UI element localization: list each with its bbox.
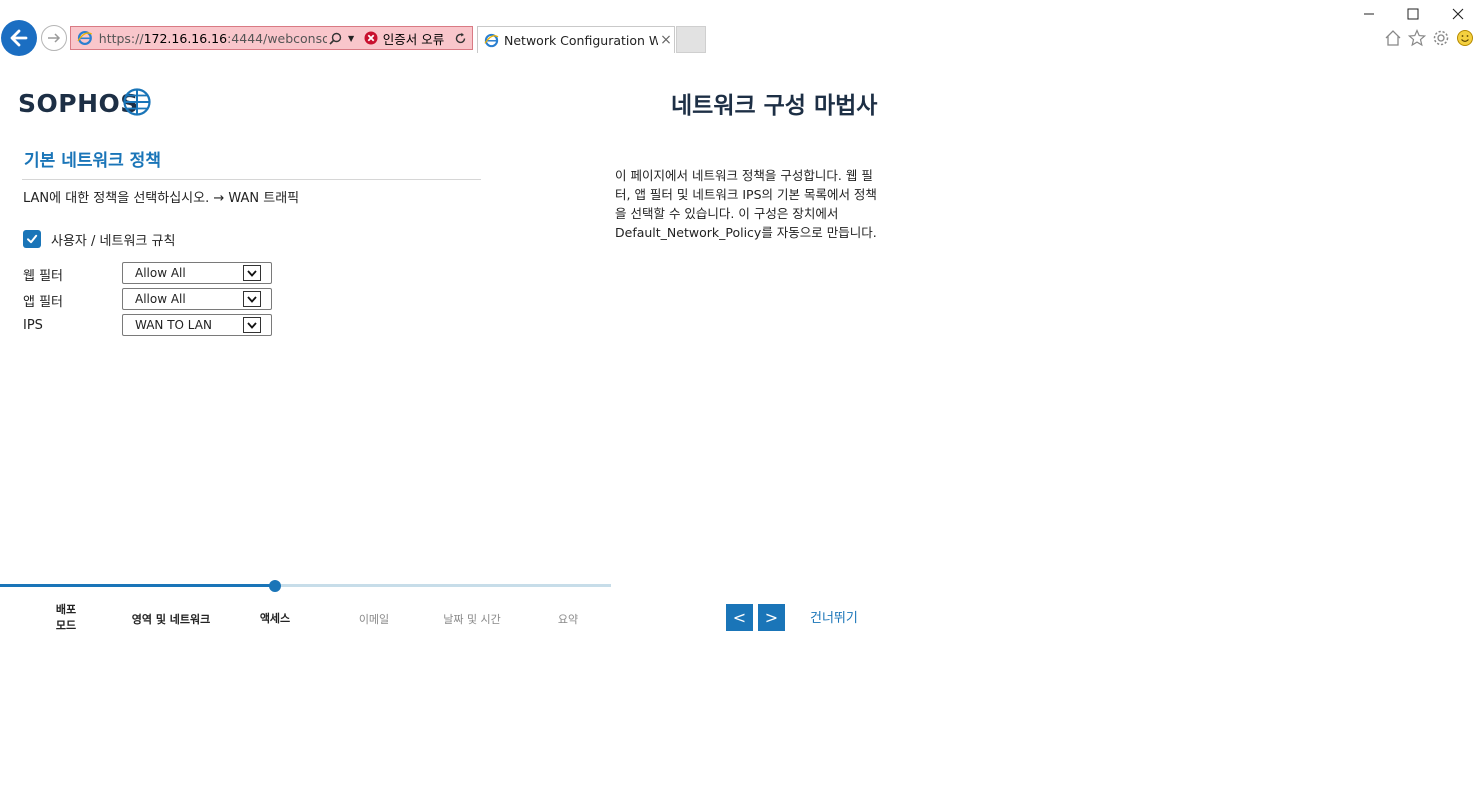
chevron-down-icon[interactable] <box>243 317 261 333</box>
step-label: 배포 <box>55 603 77 616</box>
step-label: 모드 <box>55 619 77 632</box>
checkmark-icon <box>27 234 38 244</box>
ie-page-icon <box>77 31 93 45</box>
app-filter-select[interactable]: Allow All <box>122 288 272 310</box>
new-tab-button[interactable] <box>676 26 706 53</box>
app-filter-value: Allow All <box>135 292 186 306</box>
ie-tab-icon <box>484 33 499 47</box>
previous-button[interactable]: < <box>726 604 753 631</box>
ips-select[interactable]: WAN TO LAN <box>122 314 272 336</box>
address-bar[interactable]: https://172.16.16.16:4444/webconsole/we … <box>70 26 473 50</box>
step-label: 요약 <box>557 613 579 626</box>
forward-button[interactable] <box>41 25 67 51</box>
home-button[interactable] <box>1383 28 1403 48</box>
sophos-globe-icon <box>123 88 151 116</box>
certificate-error-icon[interactable] <box>363 31 379 45</box>
section-title: 기본 네트워크 정책 <box>24 151 161 171</box>
user-network-rule-label[interactable]: 사용자 / 네트워크 규칙 <box>51 230 175 249</box>
url-text[interactable]: https://172.16.16.16:4444/webconsole/we <box>99 31 328 46</box>
sophos-logo-text: SOPHOS <box>18 89 139 118</box>
maximize-button[interactable] <box>1402 5 1424 23</box>
tab-title: Network Configuration Wi... <box>504 32 658 48</box>
browser-tab[interactable]: Network Configuration Wi... × <box>477 26 675 53</box>
step-email: 이메일 <box>344 611 404 627</box>
progress-fill <box>0 584 275 587</box>
refresh-icon[interactable] <box>452 32 468 45</box>
skip-link[interactable]: 건너뛰기 <box>810 607 858 626</box>
chevron-down-icon[interactable] <box>243 265 261 281</box>
minimize-button[interactable] <box>1358 5 1380 23</box>
settings-button[interactable] <box>1431 28 1451 48</box>
page-title: 네트워크 구성 마법사 <box>671 93 878 119</box>
ips-value: WAN TO LAN <box>135 318 212 332</box>
step-label: 영역 및 네트워크 <box>131 613 211 626</box>
dropdown-caret-icon[interactable]: ▼ <box>343 34 359 43</box>
progress-current-marker <box>269 580 281 592</box>
minimize-icon <box>1364 13 1374 15</box>
smiley-icon <box>1457 30 1473 46</box>
policy-description: 이 페이지에서 네트워크 정책을 구성합니다. 웹 필터, 앱 필터 및 네트워… <box>615 168 877 240</box>
feedback-button[interactable] <box>1455 28 1475 48</box>
section-divider <box>22 179 481 180</box>
close-window-button[interactable] <box>1447 5 1469 23</box>
web-filter-value: Allow All <box>135 266 186 280</box>
step-zones-networks: 영역 및 네트워크 <box>121 611 221 627</box>
next-button[interactable]: > <box>758 604 785 631</box>
ips-label: IPS <box>23 318 43 333</box>
maximize-icon <box>1407 8 1419 20</box>
forward-arrow-icon <box>48 33 61 43</box>
step-access: 액세스 <box>245 610 305 626</box>
section-intro: LAN에 대한 정책을 선택하십시오. → WAN 트래픽 <box>23 191 300 206</box>
certificate-error-label[interactable]: 인증서 오류 <box>383 29 444 48</box>
search-icon[interactable] <box>327 32 343 45</box>
home-icon <box>1385 30 1401 46</box>
chevron-down-icon[interactable] <box>243 291 261 307</box>
step-summary: 요약 <box>543 611 593 627</box>
web-filter-select[interactable]: Allow All <box>122 262 272 284</box>
star-icon <box>1408 29 1426 47</box>
step-label: 이메일 <box>358 613 390 626</box>
gear-icon <box>1433 30 1449 46</box>
back-button[interactable] <box>1 20 37 56</box>
app-filter-label: 앱 필터 <box>23 295 64 310</box>
tab-close-icon[interactable]: × <box>658 32 674 48</box>
close-icon <box>1452 8 1464 20</box>
step-label: 날짜 및 시간 <box>443 613 501 626</box>
user-network-rule-checkbox[interactable] <box>23 230 41 248</box>
favorites-button[interactable] <box>1407 28 1427 48</box>
step-deploy-mode: 배포 모드 <box>46 602 86 634</box>
back-arrow-icon <box>10 29 28 47</box>
step-label: 액세스 <box>259 612 291 625</box>
step-date-time: 날짜 및 시간 <box>432 611 512 627</box>
web-filter-label: 웹 필터 <box>23 269 64 284</box>
